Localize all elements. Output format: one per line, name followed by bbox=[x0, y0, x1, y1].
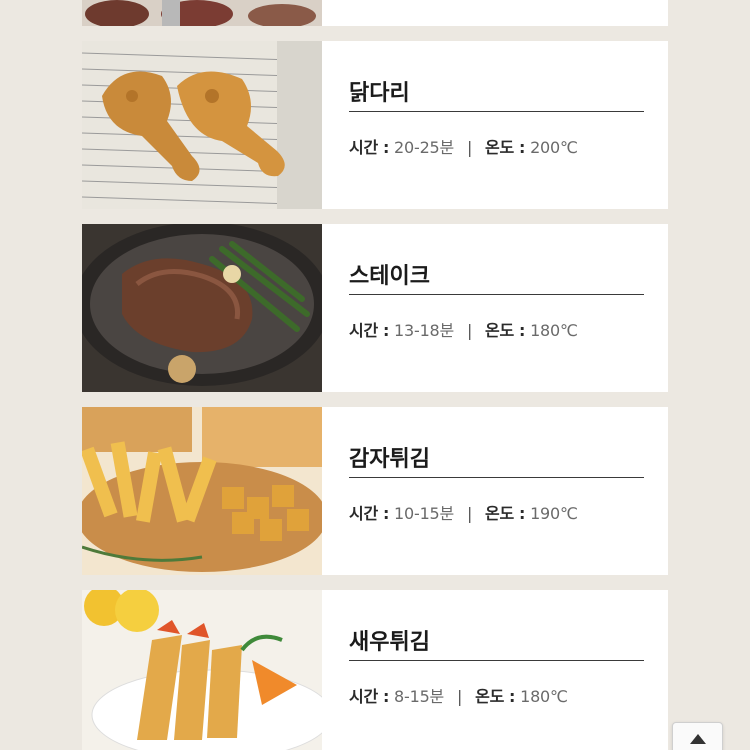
temp-value: 180℃ bbox=[520, 687, 568, 706]
time-label: 시간 bbox=[349, 321, 379, 340]
time-value: 20-25분 bbox=[394, 138, 455, 157]
food-meta: 시간 : 8-15분 | 온도 : 180℃ bbox=[349, 661, 644, 707]
food-image-partial bbox=[82, 0, 322, 26]
food-list: 닭다리 시간 : 20-25분 | 온도 : 200℃ 스테이크 시간: 13… bbox=[82, 0, 668, 750]
time-value: 10-15분 bbox=[394, 504, 455, 523]
colon: : bbox=[382, 138, 390, 157]
temp-label: 온도 bbox=[485, 504, 515, 523]
food-meta: 시간 : 10-15분 | 온도 : 190℃ bbox=[349, 478, 644, 524]
temp-value: 190℃ bbox=[530, 504, 578, 523]
temp-label: 온도 bbox=[485, 138, 515, 157]
temp-label: 온도 bbox=[485, 321, 515, 340]
triangle-up-icon bbox=[689, 734, 706, 744]
food-card[interactable]: 스테이크 시간 : 13-18분 | 온도 : 180℃ bbox=[82, 224, 668, 392]
food-card[interactable]: 감자튀김 시간 : 10-15분 | 온도 : 190℃ bbox=[82, 407, 668, 575]
colon: : bbox=[509, 687, 516, 706]
time-value: 13-18분 bbox=[394, 321, 455, 340]
colon: : bbox=[382, 687, 390, 706]
food-meta: 시간 : 20-25분 | 온도 : 200℃ bbox=[349, 112, 644, 158]
colon: : bbox=[518, 321, 526, 340]
food-info: 새우튀김 시간 : 8-15분 | 온도 : 180℃ bbox=[322, 590, 668, 750]
food-name: 새우튀김 bbox=[349, 590, 644, 661]
food-info: 스테이크 시간 : 13-18분 | 온도 : 180℃ bbox=[322, 224, 668, 392]
time-label: 시간 bbox=[349, 138, 379, 157]
time-label: 시간 bbox=[349, 687, 379, 706]
temp-value: 180℃ bbox=[530, 321, 578, 340]
food-name: 감자튀김 bbox=[349, 407, 644, 478]
food-image-shrimp bbox=[82, 590, 322, 750]
food-info: 닭다리 시간 : 20-25분 | 온도 : 200℃ bbox=[322, 41, 668, 209]
food-image-chicken bbox=[82, 41, 322, 209]
food-name: 닭다리 bbox=[349, 41, 644, 112]
time-value: 8-15분 bbox=[394, 687, 445, 706]
colon: : bbox=[382, 504, 390, 523]
food-image-fries bbox=[82, 407, 322, 575]
separator: | bbox=[466, 321, 473, 340]
separator: | bbox=[466, 504, 473, 523]
time-label: 시간 bbox=[349, 504, 379, 523]
food-meta: 시간 : 13-18분 | 온도 : 180℃ bbox=[349, 295, 644, 341]
food-card-partial bbox=[82, 0, 668, 26]
food-name: 스테이크 bbox=[349, 224, 644, 295]
separator: | bbox=[456, 687, 463, 706]
temp-value: 200℃ bbox=[530, 138, 578, 157]
food-card[interactable]: 닭다리 시간 : 20-25분 | 온도 : 200℃ bbox=[82, 41, 668, 209]
scroll-to-top-button[interactable] bbox=[672, 722, 723, 750]
food-card[interactable]: 새우튀김 시간 : 8-15분 | 온도 : 180℃ bbox=[82, 590, 668, 750]
food-image-steak bbox=[82, 224, 322, 392]
food-info: 감자튀김 시간 : 10-15분 | 온도 : 190℃ bbox=[322, 407, 668, 575]
colon: : bbox=[518, 138, 526, 157]
separator: | bbox=[466, 138, 473, 157]
colon: : bbox=[518, 504, 526, 523]
colon: : bbox=[382, 321, 390, 340]
temp-label: 온도 bbox=[475, 687, 505, 706]
